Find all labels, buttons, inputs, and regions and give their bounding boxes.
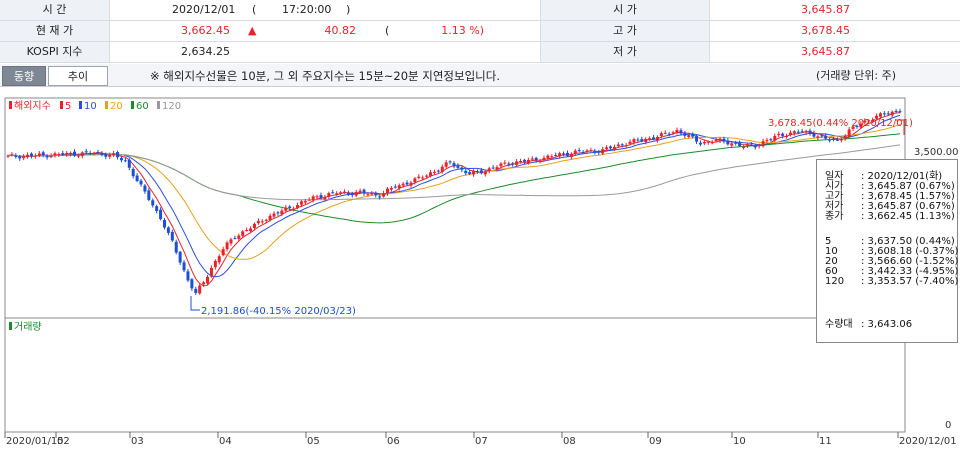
- legend-marker: [9, 101, 12, 109]
- tooltip-row-value: : 3,353.57 (-7.40%): [861, 276, 959, 287]
- change-value: 40.82: [324, 24, 357, 37]
- paren-open: (: [252, 3, 257, 16]
- crosshair-tooltip: 일자: 2020/12/01(화) 시가: 3,645.87 (0.67%) 고가:…: [816, 159, 958, 343]
- x-tick-label: 2020/01/15: [6, 436, 64, 447]
- y-tick-label: 3,500.00: [914, 147, 959, 158]
- legend-ma-marker: [131, 101, 134, 109]
- low-label: 저 가: [540, 42, 710, 62]
- time-label: 시 간: [0, 0, 110, 20]
- tab-bar: 동향 추이 ※ 해외지수선물은 10분, 그 외 주요지수는 15분~20분 지…: [0, 64, 960, 87]
- legend-ma-marker: [60, 101, 63, 109]
- tab-trend[interactable]: 동향: [2, 66, 46, 86]
- x-tick-label: 10: [733, 436, 746, 447]
- x-tick-label: 2020/12/01: [899, 436, 957, 447]
- legend-ma-marker: [79, 101, 82, 109]
- volume-zero-label: 0: [945, 420, 951, 431]
- legend-ma-label: 60: [136, 101, 149, 112]
- price-panel: [4, 97, 906, 319]
- info-row-kospi: KOSPI 지수 2,634.25 저 가 3,645.87: [0, 42, 960, 63]
- legend-ma-marker: [157, 101, 160, 109]
- low-value: 3,645.87: [801, 45, 850, 58]
- volume-label: 거래량: [14, 321, 42, 333]
- tooltip-row-label: 종가: [825, 211, 844, 222]
- legend-ma-label: 5: [65, 101, 71, 112]
- x-tick-label: 11: [819, 436, 832, 447]
- info-row-time: 시 간 2020/12/01 ( 17:20:00 ) 시 가 3,645.87: [0, 0, 960, 21]
- x-tick-label: 03: [131, 436, 144, 447]
- price-label: 현 재 가: [0, 21, 110, 41]
- high-annotation: 3,678.45(0.44% 2020/12/01): [768, 118, 913, 129]
- pct-paren-open: (: [385, 24, 390, 37]
- high-value: 3,678.45: [801, 24, 850, 37]
- x-tick-label: 08: [563, 436, 576, 447]
- legend-ma-marker: [105, 101, 108, 109]
- legend-ma-label: 10: [84, 101, 97, 112]
- x-tick-label: 07: [475, 436, 488, 447]
- high-label: 고 가: [540, 21, 710, 41]
- x-tick-label: 05: [307, 436, 320, 447]
- tooltip-row-value: : 3,643.06: [861, 319, 913, 330]
- legend-ma-label: 20: [110, 101, 123, 112]
- legend-ma-label: 120: [162, 101, 181, 112]
- legend-name: 해외지수: [14, 99, 51, 112]
- x-tick-label: 04: [219, 436, 232, 447]
- paren-close: ): [346, 3, 351, 16]
- tooltip-row-value: : 3,662.45 (1.13%): [861, 211, 955, 222]
- kospi-label: KOSPI 지수: [0, 42, 110, 62]
- info-row-price: 현 재 가 3,662.45 ▲ 40.82 ( 1.13 %) 고 가 3,6…: [0, 21, 960, 42]
- volume-panel: [4, 317, 906, 433]
- tab-history[interactable]: 추이: [48, 66, 108, 86]
- price-value: 3,662.45: [181, 24, 230, 37]
- kospi-value: 2,634.25: [181, 45, 230, 58]
- volume-marker: [9, 322, 12, 330]
- change-pct-value: 1.13 %): [441, 24, 484, 37]
- x-tick-label: 09: [649, 436, 662, 447]
- volume-unit: (거래량 단위: 주): [816, 69, 897, 82]
- tooltip-row-label: 120: [825, 276, 845, 287]
- x-tick-label: 02: [57, 436, 70, 447]
- delay-notice: ※ 해외지수선물은 10분, 그 외 주요지수는 15분~20분 지연정보입니다…: [150, 69, 500, 83]
- open-label: 시 가: [540, 0, 710, 20]
- time-value: 17:20:00: [282, 3, 332, 16]
- up-arrow-icon: ▲: [248, 24, 257, 37]
- low-annotation: 2,191.86(-40.15% 2020/03/23): [201, 306, 356, 317]
- x-tick-label: 06: [387, 436, 400, 447]
- date-value: 2020/12/01: [172, 3, 236, 16]
- tooltip-row-label: 수량대: [825, 319, 853, 330]
- open-value: 3,645.87: [801, 3, 850, 16]
